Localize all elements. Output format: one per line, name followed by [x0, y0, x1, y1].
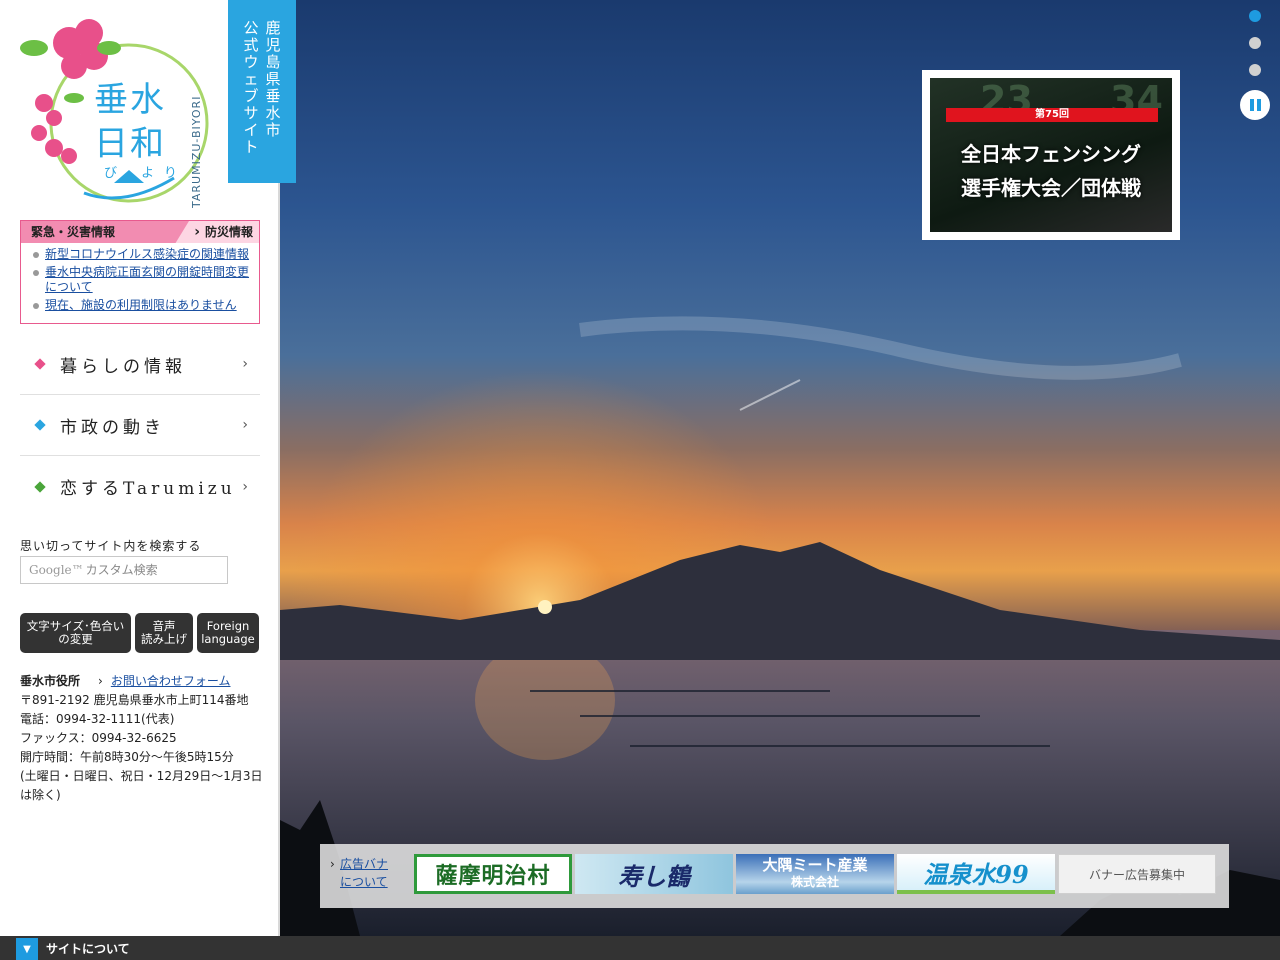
- emergency-list: 新型コロナウイルス感染症の関連情報 垂水中央病院正面玄関の開錠時間変更について …: [21, 243, 259, 313]
- event-edition-badge: 第75回: [946, 108, 1158, 122]
- ad-banner-onsensui[interactable]: 温泉水99: [897, 854, 1055, 894]
- ad-banner-sushi[interactable]: 寿し鶴: [575, 854, 733, 894]
- emergency-header: 緊急・災害情報 防災情報: [21, 221, 259, 243]
- diamond-icon: [34, 358, 46, 370]
- search-placeholder: カスタム検索: [85, 563, 158, 577]
- site-logo[interactable]: 垂水 日和 び より TARUMIZU-BIYORI: [14, 8, 224, 208]
- office-tel: 電話：0994-32-1111(代表): [20, 712, 175, 726]
- site-tab-char: 鹿: [265, 19, 281, 37]
- office-header: 垂水市役所 お問い合わせフォーム: [20, 672, 265, 691]
- disaster-prevention-link[interactable]: 防災情報: [194, 221, 253, 243]
- office-name: 垂水市役所: [20, 674, 81, 688]
- slide-pagination: [1249, 10, 1261, 76]
- emergency-link-facilities[interactable]: 現在、施設の利用制限はありません: [45, 298, 237, 312]
- site-tab-col2: 公 式 ウ ェ ブ サ イ ト: [242, 20, 260, 156]
- nav-item-label: 市政の動き: [60, 417, 165, 438]
- site-tab-char: 式: [243, 36, 259, 54]
- chevron-right-icon: ›: [242, 356, 248, 372]
- site-tab-char: ト: [243, 138, 259, 156]
- foreign-label-2: language: [201, 632, 255, 646]
- contact-form-link[interactable]: お問い合わせフォーム: [98, 672, 231, 691]
- emergency-title: 緊急・災害情報: [21, 221, 189, 243]
- logo-title-line1: 垂水: [94, 80, 166, 120]
- site-tab-char: 垂: [265, 87, 281, 105]
- bottom-bar: ▼ サイトについて: [0, 936, 1280, 960]
- ad-about-line2: について: [340, 875, 388, 889]
- site-tab-char: ェ: [243, 70, 259, 88]
- featured-event-banner[interactable]: 23 34 第75回 全日本フェンシング 選手権大会／団体戦: [922, 70, 1180, 240]
- event-title-line2: 選手権大会／団体戦: [961, 176, 1141, 200]
- google-logo-icon: Google™: [29, 563, 84, 577]
- nav-item-living[interactable]: 暮らしの情報 ›: [20, 334, 260, 395]
- ad3-line1: 大隅ミート産業: [762, 856, 868, 874]
- foreign-language-button[interactable]: Foreign language: [197, 613, 259, 653]
- nav-item-label: 恋するTarumizu: [60, 479, 236, 499]
- slide-dot[interactable]: [1249, 37, 1261, 49]
- ad3-line2: 株式会社: [790, 875, 839, 889]
- voice-reading-button[interactable]: 音声 読み上げ: [135, 613, 193, 653]
- site-tab-char: 公: [243, 19, 259, 37]
- slide-dot[interactable]: [1249, 64, 1261, 76]
- main-nav: 暮らしの情報 › 市政の動き › 恋するTarumizu ›: [20, 334, 260, 517]
- ad-banner-osumi-meat[interactable]: 大隅ミート産業 株式会社: [736, 854, 894, 894]
- logo-kana: び より: [104, 166, 187, 181]
- site-tab-char: イ: [243, 121, 259, 139]
- event-title-line1: 全日本フェンシング: [961, 142, 1141, 166]
- accessibility-tools: 文字サイズ･色合い の変更 音声 読み上げ Foreign language: [20, 613, 259, 653]
- ad-banner-satsuma-meiji[interactable]: 薩摩明治村: [414, 854, 572, 894]
- site-tab-char: ウ: [243, 53, 259, 71]
- emergency-link-hospital[interactable]: 垂水中央病院正面玄関の開錠時間変更について: [45, 265, 249, 294]
- list-item: 現在、施設の利用制限はありません: [33, 298, 251, 313]
- sidebar: 垂水 日和 び より TARUMIZU-BIYORI 鹿 児 島 県 垂 水 市…: [0, 0, 296, 936]
- logo-roman: TARUMIZU-BIYORI: [190, 95, 203, 208]
- site-tab-char: サ: [243, 104, 259, 122]
- diamond-icon: [34, 419, 46, 431]
- logo-title-line2: 日和: [94, 124, 166, 164]
- ad-about-link[interactable]: 広告バナ について: [330, 855, 389, 891]
- site-tab-char: 市: [265, 121, 281, 139]
- ad-about-line1: 広告バナ: [340, 857, 389, 871]
- nav-item-love-tarumizu[interactable]: 恋するTarumizu ›: [20, 456, 260, 517]
- site-tab-char: 県: [265, 70, 281, 88]
- site-tab-char: 島: [265, 53, 281, 71]
- pause-icon: [1249, 99, 1254, 111]
- office-fax: ファックス：0994-32-6625: [20, 731, 177, 745]
- ad-banner-strip: 広告バナ について 薩摩明治村 寿し鶴 大隅ミート産業 株式会社 温泉水99 バ…: [320, 844, 1229, 908]
- chevron-right-icon: ›: [242, 417, 248, 433]
- office-address: 〒891-2192 鹿児島県垂水市上町114番地: [20, 693, 249, 707]
- site-tab-char: ブ: [243, 87, 259, 105]
- nav-item-label: 暮らしの情報: [60, 356, 186, 377]
- official-site-tab: 鹿 児 島 県 垂 水 市 公 式 ウ ェ ブ サ イ ト: [228, 0, 296, 183]
- emergency-info-box: 緊急・災害情報 防災情報 新型コロナウイルス感染症の関連情報 垂水中央病院正面玄…: [20, 220, 260, 324]
- chevron-right-icon: ›: [242, 478, 248, 495]
- office-hours: 開庁時間：午前8時30分～午後5時15分: [20, 750, 234, 764]
- pause-button[interactable]: [1240, 90, 1270, 120]
- search-label: 思い切ってサイト内を検索する: [20, 539, 202, 553]
- city-office-info: 垂水市役所 お問い合わせフォーム 〒891-2192 鹿児島県垂水市上町114番…: [20, 672, 265, 805]
- site-tab-char: 児: [265, 36, 281, 54]
- font-color-label-2: の変更: [58, 632, 93, 646]
- list-item: 新型コロナウイルス感染症の関連情報: [33, 247, 251, 262]
- office-closed-days: (土曜日・日曜日、祝日・12月29日～1月3日は除く): [20, 769, 263, 802]
- site-tab-col1: 鹿 児 島 県 垂 水 市: [264, 20, 282, 139]
- font-color-button[interactable]: 文字サイズ･色合い の変更: [20, 613, 131, 653]
- site-tab-char: 水: [265, 104, 281, 122]
- ad-banner-recruiting[interactable]: バナー広告募集中: [1058, 854, 1216, 894]
- featured-banner-image: 23 34 第75回 全日本フェンシング 選手権大会／団体戦: [930, 78, 1172, 232]
- list-item: 垂水中央病院正面玄関の開錠時間変更について: [33, 265, 251, 295]
- emergency-link-covid[interactable]: 新型コロナウイルス感染症の関連情報: [45, 247, 249, 261]
- search-input[interactable]: Google™ カスタム検索: [20, 556, 228, 584]
- diamond-icon: [34, 480, 46, 493]
- pause-icon: [1256, 99, 1261, 111]
- slide-dot[interactable]: [1249, 10, 1261, 22]
- logo-title: 垂水 日和: [94, 78, 166, 166]
- about-site-link[interactable]: サイトについて: [46, 940, 130, 957]
- nav-item-city-affairs[interactable]: 市政の動き ›: [20, 395, 260, 456]
- voice-label-2: 読み上げ: [141, 632, 187, 646]
- expand-down-icon[interactable]: ▼: [16, 938, 38, 960]
